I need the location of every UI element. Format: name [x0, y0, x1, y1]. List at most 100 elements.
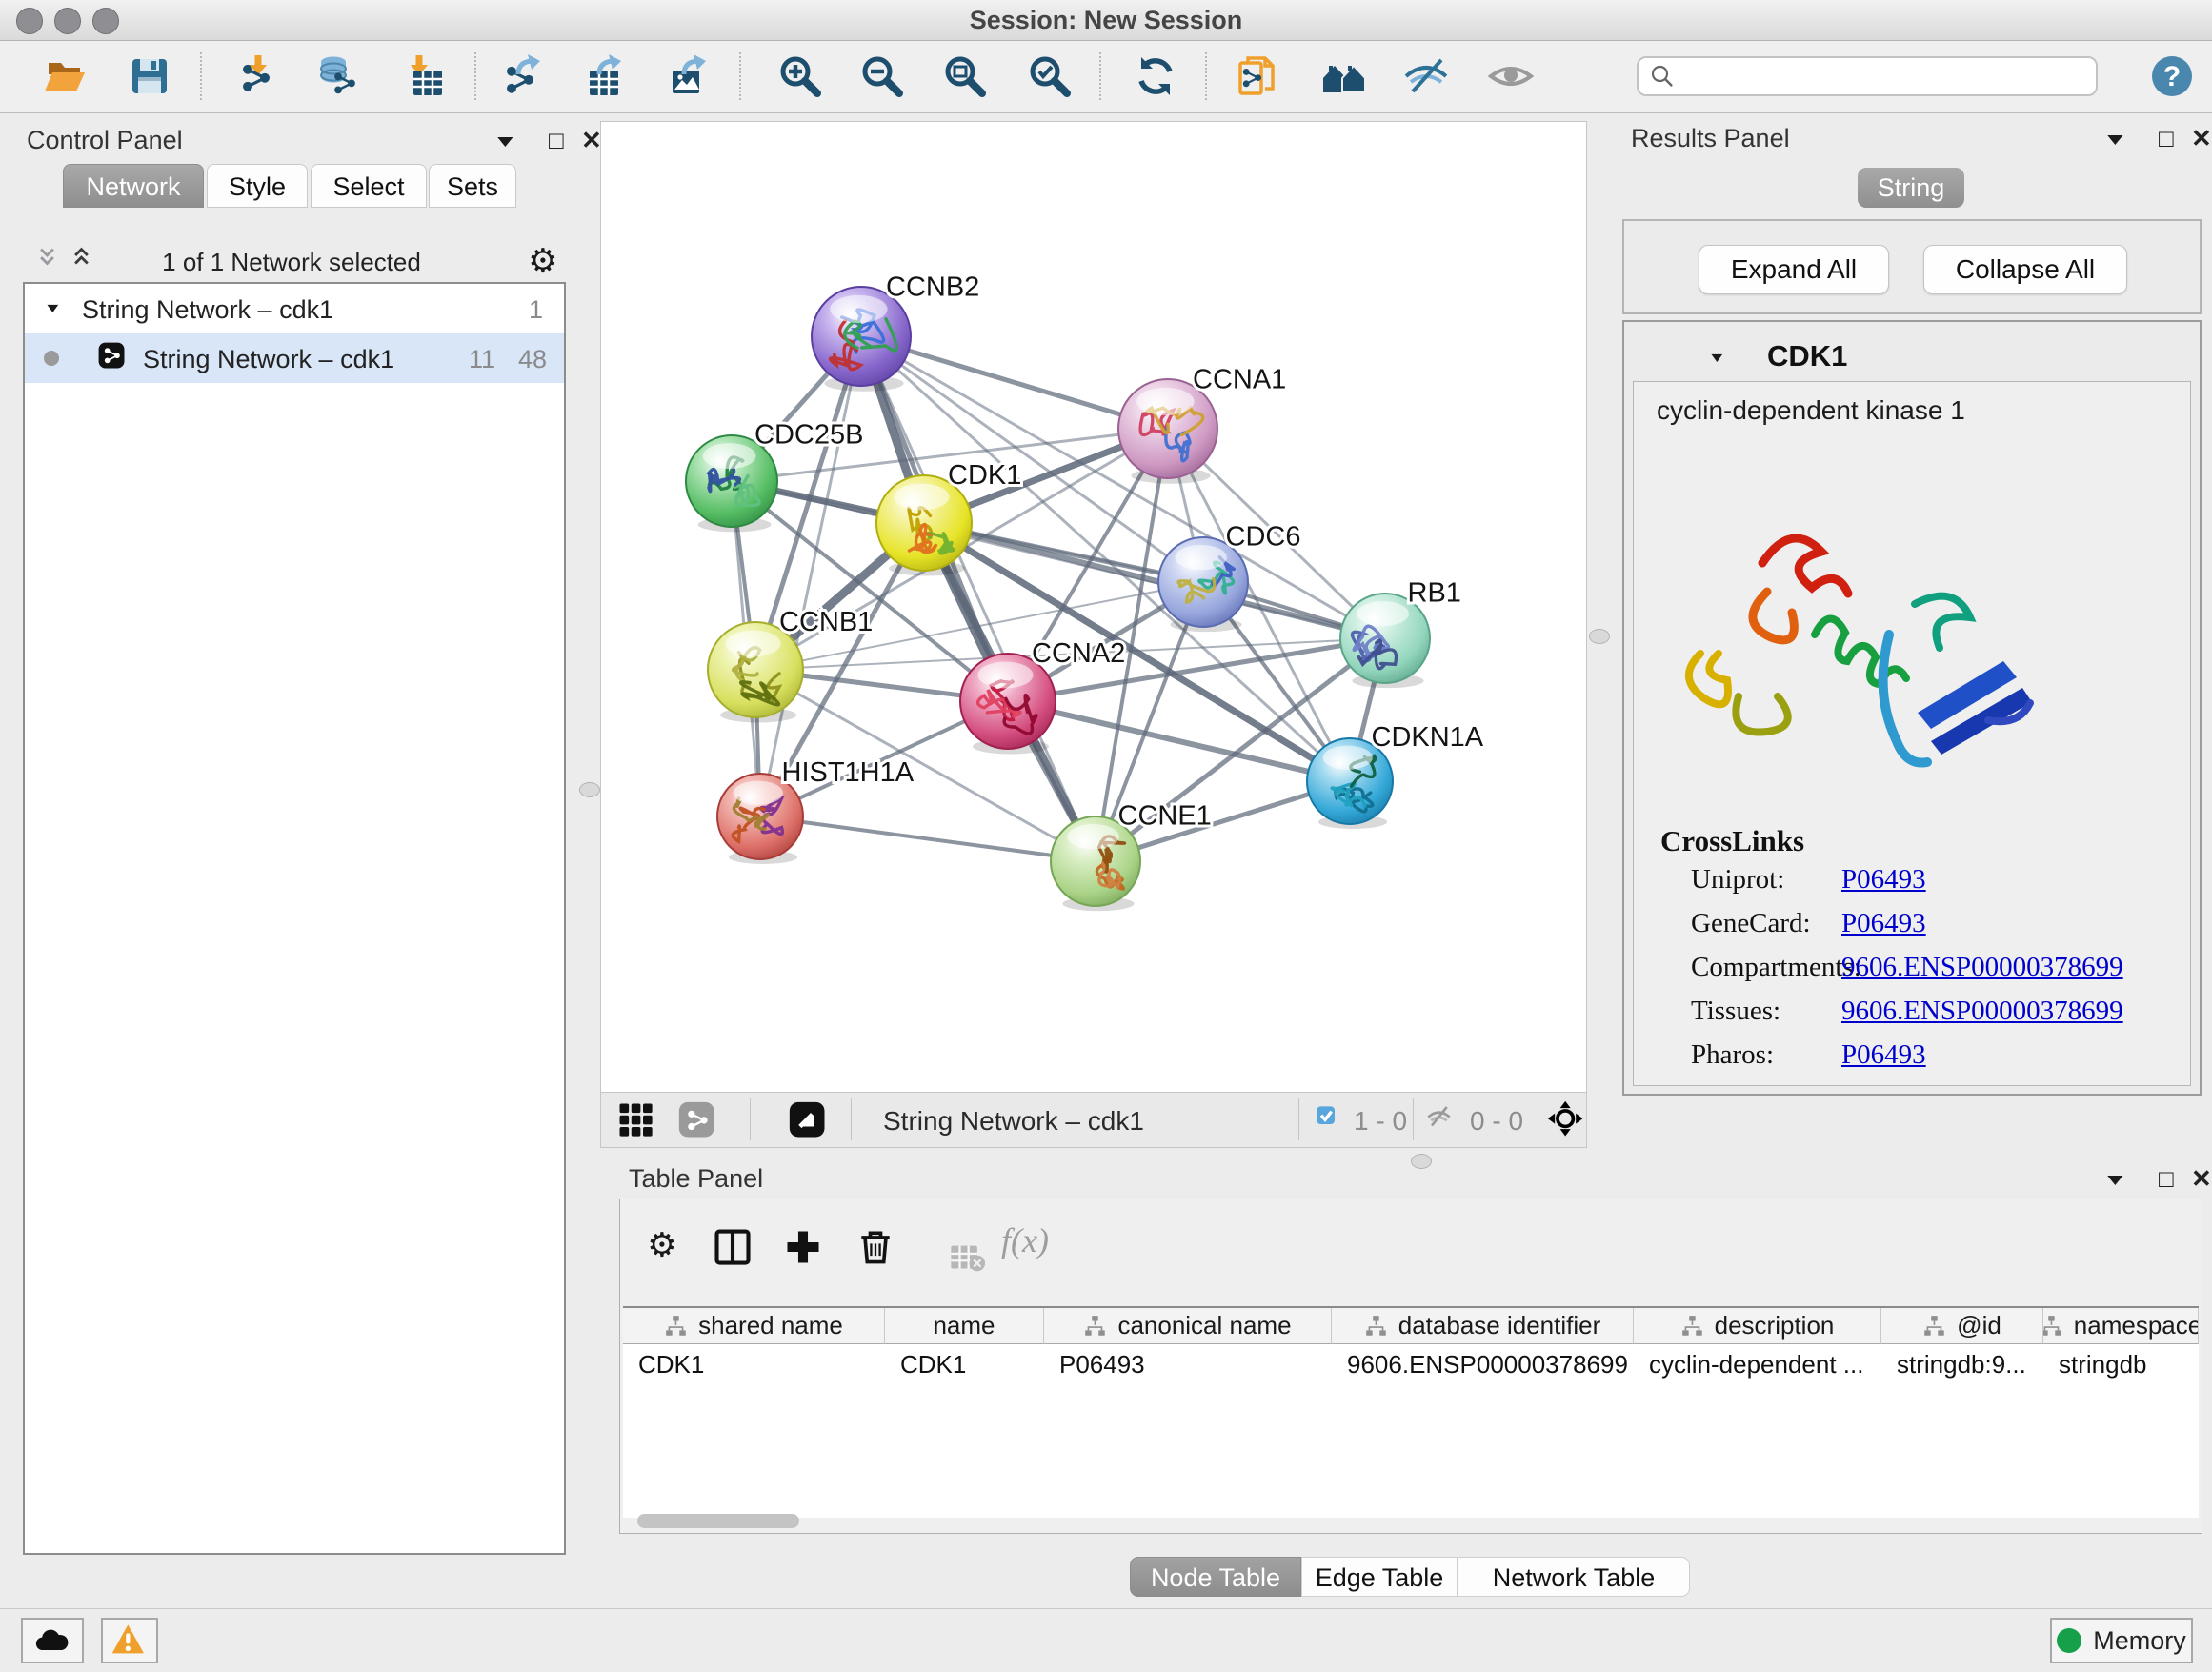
- protein-ribbon-strand: [1762, 538, 1848, 594]
- tab-sets[interactable]: Sets: [429, 164, 516, 208]
- table-cell[interactable]: 9606.ENSP00000378699: [1332, 1344, 1634, 1384]
- crosslink-link[interactable]: P06493: [1841, 908, 1926, 939]
- network-edge-HIST1H1A-CCNE1[interactable]: [760, 816, 1096, 861]
- cloud-status-button[interactable]: [21, 1618, 84, 1663]
- table-cell[interactable]: P06493: [1044, 1344, 1332, 1384]
- zoom-fit-icon[interactable]: [938, 50, 992, 103]
- crosslink-row: GeneCard:P06493: [1691, 908, 2167, 946]
- network-node-CCNB2[interactable]: CCNB2: [812, 272, 979, 391]
- float-panel-icon[interactable]: □: [549, 126, 564, 155]
- copy-share-icon[interactable]: [1233, 50, 1286, 103]
- crosslink-link[interactable]: P06493: [1841, 864, 1926, 896]
- tab-edge-table[interactable]: Edge Table: [1301, 1557, 1458, 1597]
- zoom-in-icon[interactable]: [774, 50, 827, 103]
- table-cell[interactable]: cyclin-dependent ...: [1634, 1344, 1881, 1384]
- import-network-icon[interactable]: [231, 50, 285, 103]
- table-float-icon[interactable]: □: [2159, 1164, 2174, 1194]
- gene-expander-icon[interactable]: [1708, 349, 1735, 375]
- memory-button[interactable]: Memory: [2050, 1618, 2193, 1663]
- network-row[interactable]: String Network – cdk1 11 48: [25, 333, 564, 383]
- show-columns-icon[interactable]: [712, 1226, 754, 1268]
- show-all-icon[interactable]: [1484, 50, 1538, 103]
- results-float-icon[interactable]: □: [2159, 124, 2174, 153]
- network-node-CCNA1[interactable]: CCNA1: [1118, 364, 1286, 483]
- help-icon[interactable]: ?: [2145, 50, 2199, 103]
- tab-string[interactable]: String: [1858, 168, 1964, 208]
- left-splitter-handle[interactable]: [579, 782, 600, 797]
- search-field[interactable]: [1637, 56, 2098, 96]
- export-image-icon[interactable]: [663, 50, 716, 103]
- network-options-gear-icon[interactable]: ⚙: [524, 242, 562, 280]
- hide-selected-icon[interactable]: [1399, 50, 1453, 103]
- save-session-icon[interactable]: [123, 50, 176, 103]
- delete-column-icon[interactable]: [855, 1226, 896, 1268]
- table-cell[interactable]: CDK1: [885, 1344, 1044, 1384]
- add-column-icon[interactable]: [782, 1226, 824, 1268]
- close-panel-icon[interactable]: ✕: [581, 126, 602, 155]
- zoom-selected-icon[interactable]: [1023, 50, 1076, 103]
- crosslink-link[interactable]: 9606.ENSP00000378699: [1841, 996, 2123, 1027]
- table-cell[interactable]: stringdb:9...: [1881, 1344, 2043, 1384]
- open-session-icon[interactable]: [38, 50, 91, 103]
- network-collection-row[interactable]: String Network – cdk1 1: [25, 284, 564, 333]
- warnings-button[interactable]: [101, 1618, 158, 1663]
- import-database-icon[interactable]: [311, 50, 364, 103]
- table-cell[interactable]: stringdb: [2043, 1344, 2199, 1384]
- network-node-CDKN1A[interactable]: CDKN1A: [1307, 722, 1484, 829]
- network-node-RB1[interactable]: RB1: [1340, 577, 1461, 688]
- fit-selected-icon[interactable]: [1546, 1099, 1588, 1141]
- tab-style[interactable]: Style: [207, 164, 308, 208]
- gene-name: CDK1: [1767, 339, 1847, 373]
- crosslink-link[interactable]: P06493: [1841, 1039, 1926, 1071]
- column-header-canonicalname[interactable]: canonical name: [1044, 1308, 1332, 1344]
- crosslink-label: Pharos:: [1691, 1039, 1774, 1070]
- table-options-gear-icon[interactable]: ⚙: [643, 1226, 681, 1264]
- zoom-out-icon[interactable]: [855, 50, 909, 103]
- network-node-CDK1[interactable]: CDK1: [876, 460, 1021, 576]
- network-type-icon: [97, 341, 133, 377]
- crosslink-row: Tissues:9606.ENSP00000378699: [1691, 996, 2167, 1034]
- search-icon: [1648, 62, 1677, 91]
- column-header-databaseidentifier[interactable]: database identifier: [1332, 1308, 1634, 1344]
- memory-label: Memory: [2093, 1626, 2186, 1656]
- crosslink-label: Uniprot:: [1691, 864, 1784, 895]
- tab-select[interactable]: Select: [311, 164, 427, 208]
- column-header-sharedname[interactable]: shared name: [623, 1308, 885, 1344]
- results-close-icon[interactable]: ✕: [2191, 124, 2212, 153]
- table-close-icon[interactable]: ✕: [2191, 1164, 2212, 1194]
- selected-checkbox-icon[interactable]: [1316, 1105, 1346, 1136]
- collapse-all-button[interactable]: Collapse All: [1923, 245, 2127, 294]
- column-header-description[interactable]: description: [1634, 1308, 1881, 1344]
- column-header-id[interactable]: @id: [1881, 1308, 2043, 1344]
- show-grid-icon[interactable]: [616, 1100, 656, 1140]
- home-layout-icon[interactable]: [1317, 50, 1371, 103]
- crosslink-link[interactable]: 9606.ENSP00000378699: [1841, 952, 2123, 983]
- network-node-HIST1H1A[interactable]: HIST1H1A: [717, 757, 915, 864]
- tab-network-table[interactable]: Network Table: [1458, 1557, 1690, 1597]
- column-header-name[interactable]: name: [885, 1308, 1044, 1344]
- results-menu-icon[interactable]: [2101, 126, 2130, 154]
- collection-count: 1: [529, 295, 543, 325]
- panel-menu-icon[interactable]: [492, 128, 520, 156]
- network-edge-count: 48: [518, 345, 547, 374]
- export-table-icon[interactable]: [578, 50, 632, 103]
- search-input[interactable]: [1677, 61, 2061, 92]
- tab-network[interactable]: Network: [63, 164, 204, 208]
- expand-all-button[interactable]: Expand All: [1699, 245, 1889, 294]
- network-edge-CCNB2-HIST1H1A[interactable]: [760, 336, 861, 816]
- right-splitter-handle[interactable]: [1589, 629, 1610, 644]
- network-canvas[interactable]: CCNB2CCNA1CDC25BCDK1CDC6RB1CCNB1CCNA2CDK…: [600, 121, 1587, 1093]
- protein-ribbon-strand: [1815, 618, 1906, 684]
- refresh-icon[interactable]: [1129, 50, 1182, 103]
- export-network-icon[interactable]: [497, 50, 551, 103]
- import-table-icon[interactable]: [398, 50, 452, 103]
- collection-expander-icon[interactable]: [44, 299, 70, 326]
- table-cell[interactable]: CDK1: [623, 1344, 885, 1384]
- network-overview-icon[interactable]: [677, 1100, 719, 1142]
- table-hscrollbar-thumb[interactable]: [637, 1514, 799, 1528]
- hidden-eye-icon[interactable]: [1426, 1104, 1460, 1138]
- table-menu-icon[interactable]: [2101, 1166, 2130, 1195]
- column-header-namespace[interactable]: namespace: [2043, 1308, 2199, 1344]
- tab-node-table[interactable]: Node Table: [1130, 1557, 1301, 1597]
- birds-eye-view-icon[interactable]: [788, 1100, 830, 1142]
